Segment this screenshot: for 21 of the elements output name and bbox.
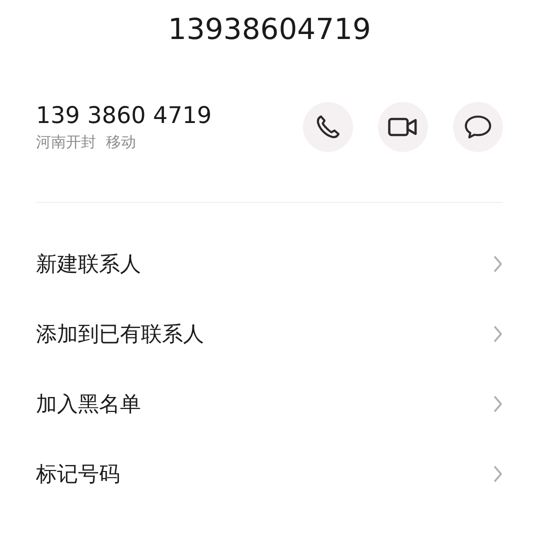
chat-bubble-icon [463,113,493,141]
menu-item-label: 标记号码 [36,461,120,488]
chevron-right-icon [493,395,503,413]
menu-item[interactable]: 添加到已有联系人 [0,299,539,369]
menu-item-label: 加入黑名单 [36,391,141,418]
menu-item[interactable]: 加入黑名单 [0,369,539,439]
menu-item[interactable]: 新建联系人 [0,229,539,299]
menu-item-label: 新建联系人 [36,251,141,278]
phone-number: 139 3860 4719 [36,102,212,130]
phone-icon [314,113,342,141]
menu-item-label: 添加到已有联系人 [36,321,204,348]
video-call-button[interactable] [378,102,428,152]
chevron-right-icon [493,325,503,343]
location-text: 河南开封 [36,132,96,152]
message-button[interactable] [453,102,503,152]
menu-item[interactable]: 标记号码 [0,439,539,509]
call-button[interactable] [303,102,353,152]
phone-number-title: 13938604719 [168,11,371,47]
carrier-text: 移动 [106,132,136,152]
chevron-right-icon [493,465,503,483]
chevron-right-icon [493,255,503,273]
